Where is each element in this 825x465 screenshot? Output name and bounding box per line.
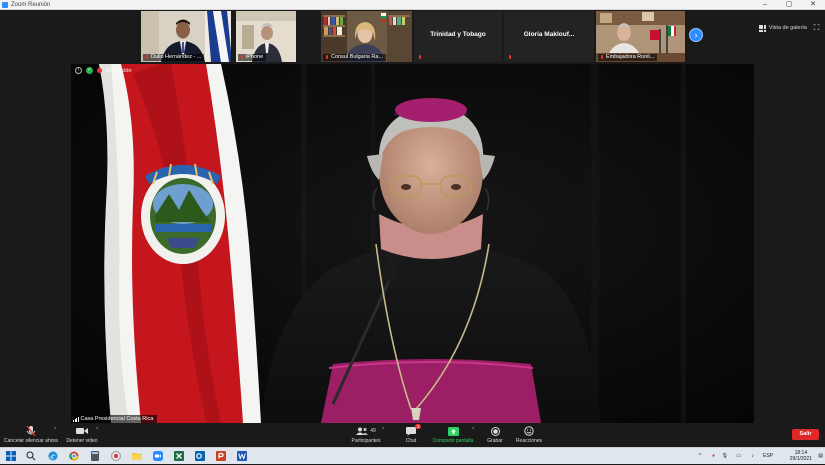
participant-tile-6[interactable]: Embajadora Ronil...: [596, 11, 685, 62]
participants-button[interactable]: 49 Participantes: [346, 425, 386, 444]
participant-display-name: Gloria Maklouf...: [523, 31, 575, 38]
reactions-button[interactable]: Reacciones: [514, 425, 544, 444]
microphone-muted-icon: [26, 425, 36, 436]
mic-muted-icon: [600, 55, 604, 60]
mic-muted-icon: [325, 55, 329, 60]
grid-icon: [758, 24, 766, 32]
signal-strength-icon: [73, 416, 79, 422]
input-language-indicator[interactable]: ESP: [763, 448, 773, 465]
share-screen-button[interactable]: Compartir pantalla: [430, 425, 476, 444]
participants-icon: [356, 427, 369, 435]
participant-name-tag: Dulio Hernández - ...: [143, 54, 205, 61]
chrome-browser-icon[interactable]: [69, 451, 79, 461]
participant-name-tag: Embajadora Ronil...: [598, 54, 658, 61]
powerpoint-icon[interactable]: [216, 451, 226, 461]
notifications-icon[interactable]: ▤: [818, 448, 823, 465]
participant-name-tag: [416, 54, 425, 61]
participants-options-caret[interactable]: ^: [382, 427, 384, 433]
close-button[interactable]: ✕: [801, 0, 825, 10]
participant-tile-4[interactable]: Trinidad y Tobago: [414, 11, 502, 62]
audio-options-caret[interactable]: ^: [54, 427, 56, 433]
security-shield-icon[interactable]: ✓: [86, 67, 93, 74]
zoom-taskbar-icon[interactable]: [153, 451, 163, 461]
next-page-button[interactable]: ›: [689, 28, 703, 42]
meeting-controls: Cancelar silenciar ahora ^ Detener video…: [0, 423, 825, 447]
video-options-caret[interactable]: ^: [96, 427, 98, 433]
tray-expand-icon[interactable]: ^: [699, 448, 701, 465]
window-title: Zoom Reunión: [11, 2, 51, 8]
maximize-button[interactable]: ▢: [777, 0, 801, 10]
gallery-view-button[interactable]: Vista de galería: [758, 23, 807, 33]
leave-meeting-button[interactable]: Salir: [792, 429, 819, 440]
file-explorer-icon[interactable]: [132, 451, 142, 461]
search-icon[interactable]: [26, 451, 36, 461]
excel-icon[interactable]: [174, 451, 184, 461]
stop-video-button[interactable]: Detener video: [64, 425, 100, 444]
participant-tile-5[interactable]: Gloria Maklouf...: [504, 11, 594, 62]
windows-taskbar: ^ ● 🎙 ▭ ♪ ESP 18:14 29/1/2021 ▤: [0, 447, 825, 464]
participants-count: 49: [370, 428, 376, 434]
video-camera-icon: [76, 428, 88, 434]
minimize-button[interactable]: –: [753, 0, 777, 10]
active-speaker-name-tag: Casa Presidencial Costa Rica: [71, 415, 158, 423]
outlook-icon[interactable]: [195, 451, 205, 461]
title-bar: Zoom Reunión – ▢ ✕: [0, 0, 825, 10]
chat-button[interactable]: 1 Chat: [400, 424, 422, 444]
participant-tile-1[interactable]: Dulio Hernández - ...: [141, 11, 231, 62]
mic-muted-icon: [508, 55, 512, 60]
participant-name-tag: iPhone: [238, 54, 267, 61]
chat-unread-badge: 1: [415, 424, 421, 429]
participant-tile-2[interactable]: iPhone: [236, 11, 296, 62]
recording-label: Grabación: [106, 67, 132, 74]
calculator-icon[interactable]: [90, 451, 100, 461]
recording-icon: [97, 68, 102, 73]
meeting-status-bar: i ✓ Grabación: [75, 67, 131, 74]
participant-tile-3[interactable]: Consul Bulgaria Ra...: [321, 11, 412, 62]
volume-icon[interactable]: ♪: [752, 448, 755, 465]
windows-start-icon[interactable]: [6, 451, 16, 461]
zoom-app-icon: [2, 2, 8, 8]
chevron-right-icon: ›: [694, 30, 698, 40]
speaker-video-frame: [71, 64, 754, 423]
tray-app-icon[interactable]: ●: [712, 448, 715, 465]
record-icon: [490, 426, 500, 436]
microphone-tray-icon[interactable]: 🎙: [722, 448, 728, 465]
edge-browser-icon[interactable]: [48, 451, 58, 461]
expand-icon: ⛶: [813, 23, 820, 32]
record-button[interactable]: Grabar: [484, 425, 506, 444]
participant-name-tag: [506, 54, 515, 61]
active-speaker-video: [71, 64, 754, 423]
taskbar-clock[interactable]: 18:14 29/1/2021: [790, 450, 812, 462]
network-icon[interactable]: ▭: [736, 448, 741, 465]
app-icon[interactable]: [111, 451, 121, 461]
word-icon[interactable]: [237, 451, 247, 461]
fullscreen-button[interactable]: ⛶: [812, 23, 821, 32]
participant-name-tag: Consul Bulgaria Ra...: [323, 54, 386, 61]
participant-display-name: Trinidad y Tobago: [430, 31, 486, 38]
share-screen-icon: [447, 426, 459, 436]
unmute-button[interactable]: Cancelar silenciar ahora: [4, 425, 58, 444]
info-icon[interactable]: i: [75, 67, 82, 74]
mic-muted-icon: [145, 55, 149, 60]
smiley-icon: [524, 426, 534, 436]
share-options-caret[interactable]: ^: [472, 427, 474, 433]
mic-muted-icon: [418, 55, 422, 60]
mic-muted-icon: [240, 55, 244, 60]
